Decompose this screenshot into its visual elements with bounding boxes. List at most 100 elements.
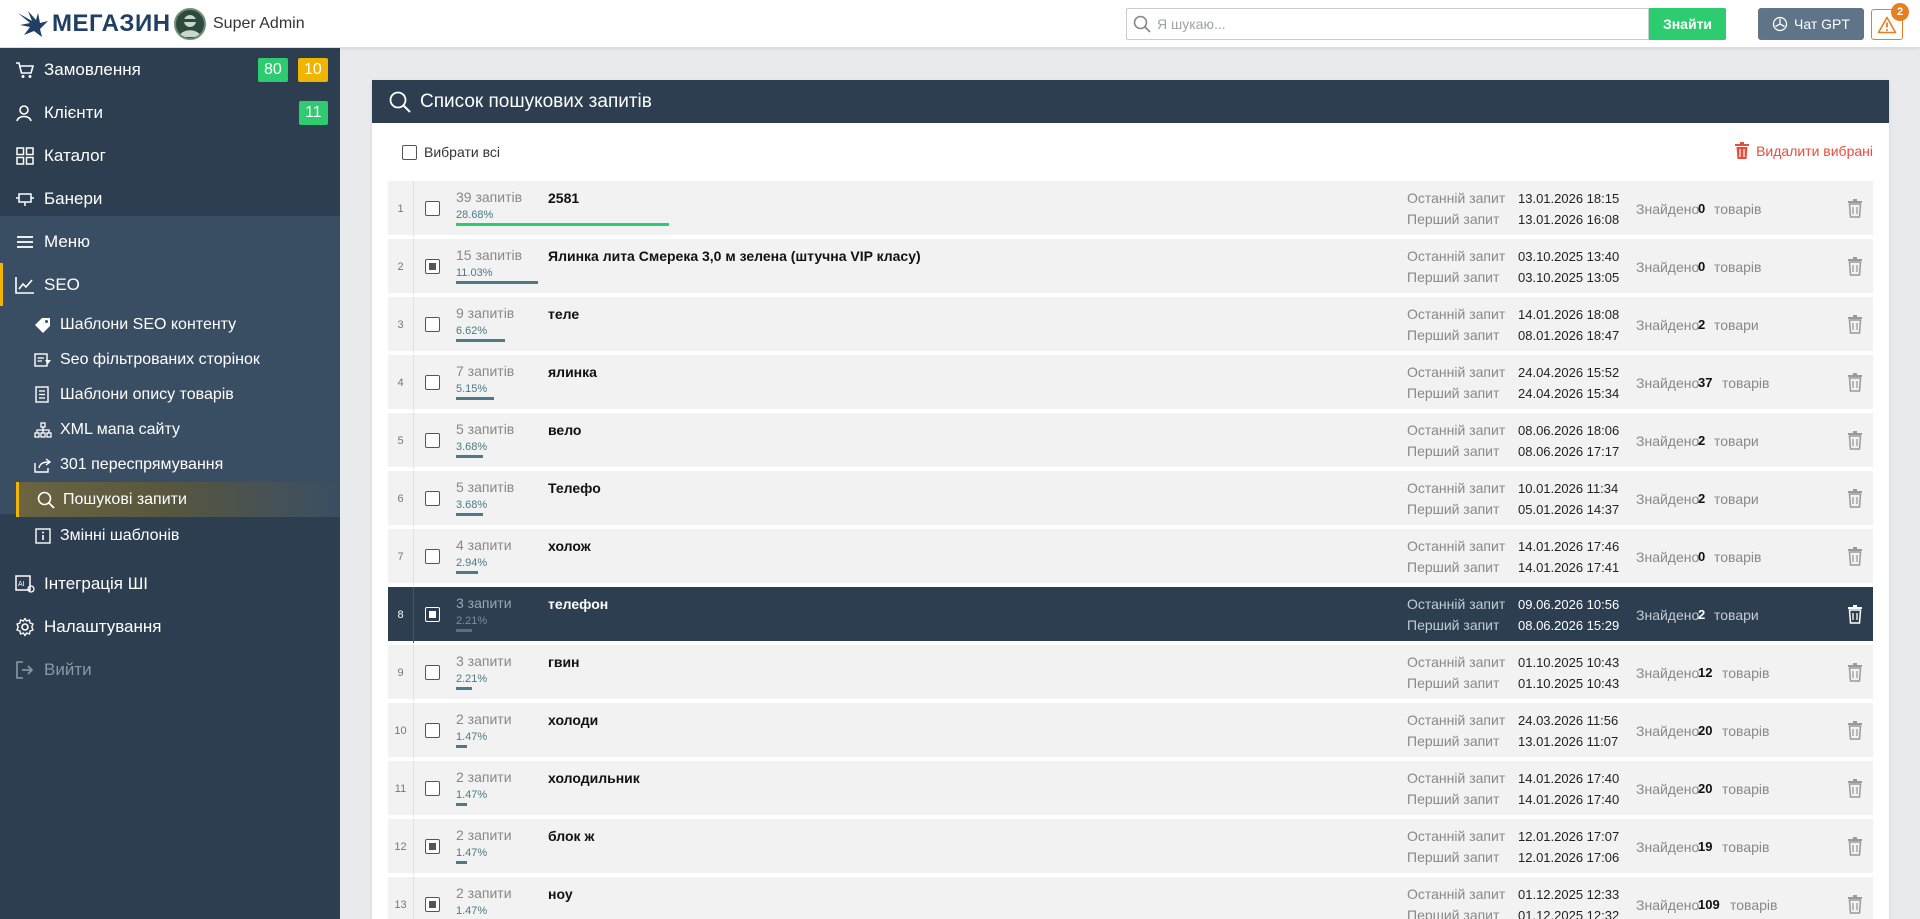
sidebar-item-menu[interactable]: Меню: [0, 220, 340, 263]
sidebar-item-label: Інтеграція ШІ: [44, 573, 149, 593]
checkbox[interactable]: [425, 259, 440, 274]
sidebar-subitem-seo-templates[interactable]: Шаблони SEO контенту: [0, 307, 340, 342]
checkbox[interactable]: [425, 375, 440, 390]
row-checkbox[interactable]: [425, 897, 440, 917]
found-count: 0: [1698, 549, 1706, 564]
search-button[interactable]: Знайти: [1649, 8, 1726, 40]
avatar[interactable]: [174, 8, 206, 40]
checkbox[interactable]: [425, 317, 440, 332]
row-checkbox[interactable]: [425, 607, 440, 627]
delete-row-button[interactable]: [1847, 837, 1863, 861]
sidebar-item-clients[interactable]: Клієнти 11: [0, 91, 340, 134]
delete-row-button[interactable]: [1847, 547, 1863, 571]
checkbox[interactable]: [425, 549, 440, 564]
sidebar-item-ai-integration[interactable]: AI Інтеграція ШІ: [0, 562, 340, 605]
first-request-label: Перший запит: [1407, 211, 1500, 227]
row-number: 12: [388, 819, 414, 875]
first-request-label: Перший запит: [1407, 791, 1500, 807]
checkbox[interactable]: [425, 491, 440, 506]
logo[interactable]: МЕГАЗИН: [16, 6, 171, 42]
row-checkbox[interactable]: [425, 723, 440, 743]
table-row[interactable]: 11 2 запити 1.47% холодильник Останній запит…: [388, 759, 1873, 817]
row-checkbox[interactable]: [425, 781, 440, 801]
sidebar-item-orders[interactable]: Замовлення 80 10: [0, 48, 340, 91]
search-box: [1126, 8, 1649, 40]
sidebar-item-banners[interactable]: Банери: [0, 177, 340, 220]
search-input[interactable]: [1157, 9, 1637, 39]
row-checkbox[interactable]: [425, 201, 440, 221]
logout-icon: [14, 659, 36, 681]
table-row[interactable]: 4 7 запитів 5.15% ялинка Останній запит 24.04…: [388, 353, 1873, 411]
alerts-button[interactable]: 2: [1871, 3, 1909, 40]
delete-row-button[interactable]: [1847, 663, 1863, 687]
chart-icon: [14, 274, 36, 296]
row-checkbox[interactable]: [425, 549, 440, 569]
table-row[interactable]: 9 3 запити 2.21% гвин Останній запит 01.10.20…: [388, 643, 1873, 701]
delete-row-button[interactable]: [1847, 199, 1863, 223]
table-row[interactable]: 10 2 запити 1.47% холоди Останній запит 24.03…: [388, 701, 1873, 759]
checkbox[interactable]: [425, 723, 440, 738]
sidebar-subitem-seo-filtered[interactable]: Seo фільтрованих сторінок: [0, 342, 340, 377]
table-row[interactable]: 8 3 запити 2.21% телефон Останній запит 09.06…: [388, 585, 1873, 643]
table-row[interactable]: 1 39 запитів 28.68% 2581 Останній запит 13.01…: [388, 179, 1873, 237]
request-count: 2 запити: [456, 827, 512, 843]
last-request-date: 14.01.2026 17:40: [1518, 771, 1620, 786]
row-number: 8: [388, 587, 414, 643]
delete-selected-button[interactable]: Видалити вибрані: [1734, 142, 1873, 160]
last-request-label: Останній запит: [1407, 654, 1506, 670]
delete-row-button[interactable]: [1847, 257, 1863, 281]
share-bar: [456, 513, 483, 516]
table-row[interactable]: 6 5 запитів 3.68% Телефо Останній запит 10.01…: [388, 469, 1873, 527]
sidebar-subitem-product-descriptions[interactable]: Шаблони опису товарів: [0, 377, 340, 412]
checkbox[interactable]: [425, 839, 440, 854]
first-request-label: Перший запит: [1407, 617, 1500, 633]
row-checkbox[interactable]: [425, 375, 440, 395]
table-row[interactable]: 5 5 запитів 3.68% вело Останній запит 08.06.2…: [388, 411, 1873, 469]
sidebar-item-catalog[interactable]: Каталог: [0, 134, 340, 177]
row-checkbox[interactable]: [425, 491, 440, 511]
checkbox[interactable]: [425, 781, 440, 796]
checkbox[interactable]: [425, 607, 440, 622]
delete-row-button[interactable]: [1847, 779, 1863, 803]
sidebar-subitem-redirects[interactable]: 301 переспрямування: [0, 447, 340, 482]
delete-row-button[interactable]: [1847, 605, 1863, 629]
delete-row-button[interactable]: [1847, 721, 1863, 745]
row-checkbox[interactable]: [425, 665, 440, 685]
delete-row-button[interactable]: [1847, 895, 1863, 919]
table-row[interactable]: 13 2 запити 1.47% ноу Останній запит 01.12.20…: [388, 875, 1873, 919]
sidebar-item-logout[interactable]: Вийти: [0, 648, 340, 691]
request-count: 39 запитів: [456, 189, 523, 205]
first-request-date: 13.01.2026 16:08: [1518, 212, 1620, 227]
chat-gpt-button[interactable]: Чат GPT: [1758, 8, 1864, 40]
delete-row-button[interactable]: [1847, 373, 1863, 397]
delete-row-button[interactable]: [1847, 431, 1863, 455]
delete-row-button[interactable]: [1847, 315, 1863, 339]
row-checkbox[interactable]: [425, 433, 440, 453]
row-checkbox[interactable]: [425, 259, 440, 279]
first-request-label: Перший запит: [1407, 443, 1500, 459]
table-row[interactable]: 2 15 запитів 11.03% Ялинка лита Смерека 3,0…: [388, 237, 1873, 295]
delete-row-button[interactable]: [1847, 489, 1863, 513]
found-label: Знайдено: [1636, 433, 1700, 449]
last-request-label: Останній запит: [1407, 886, 1506, 902]
table-row[interactable]: 7 4 запити 2.94% холож Останній запит 14.01.2…: [388, 527, 1873, 585]
sidebar-item-label: Вийти: [44, 659, 92, 679]
checkbox[interactable]: [425, 665, 440, 680]
checkbox[interactable]: [425, 433, 440, 448]
checkbox[interactable]: [425, 897, 440, 912]
table-row[interactable]: 3 9 запитів 6.62% теле Останній запит 14.01.2…: [388, 295, 1873, 353]
table-row[interactable]: 12 2 запити 1.47% блок ж Останній запит 12.01…: [388, 817, 1873, 875]
trash-icon: [1848, 605, 1862, 624]
checkbox[interactable]: [402, 144, 417, 160]
sidebar-item-settings[interactable]: Налаштування: [0, 605, 340, 648]
sidebar-item-seo[interactable]: SEO: [0, 263, 340, 306]
sidebar-subitem-template-variables[interactable]: Змінні шаблонів: [0, 518, 340, 553]
share-bar: [456, 571, 478, 574]
row-checkbox[interactable]: [425, 317, 440, 337]
checkbox[interactable]: [425, 201, 440, 216]
sidebar-subitem-sitemap[interactable]: XML мапа сайту: [0, 412, 340, 447]
sidebar-subitem-search-queries[interactable]: Пошукові запити: [16, 482, 340, 517]
first-request-label: Перший запит: [1407, 733, 1500, 749]
select-all-checkbox[interactable]: Вибрати всі: [402, 144, 500, 160]
row-checkbox[interactable]: [425, 839, 440, 859]
